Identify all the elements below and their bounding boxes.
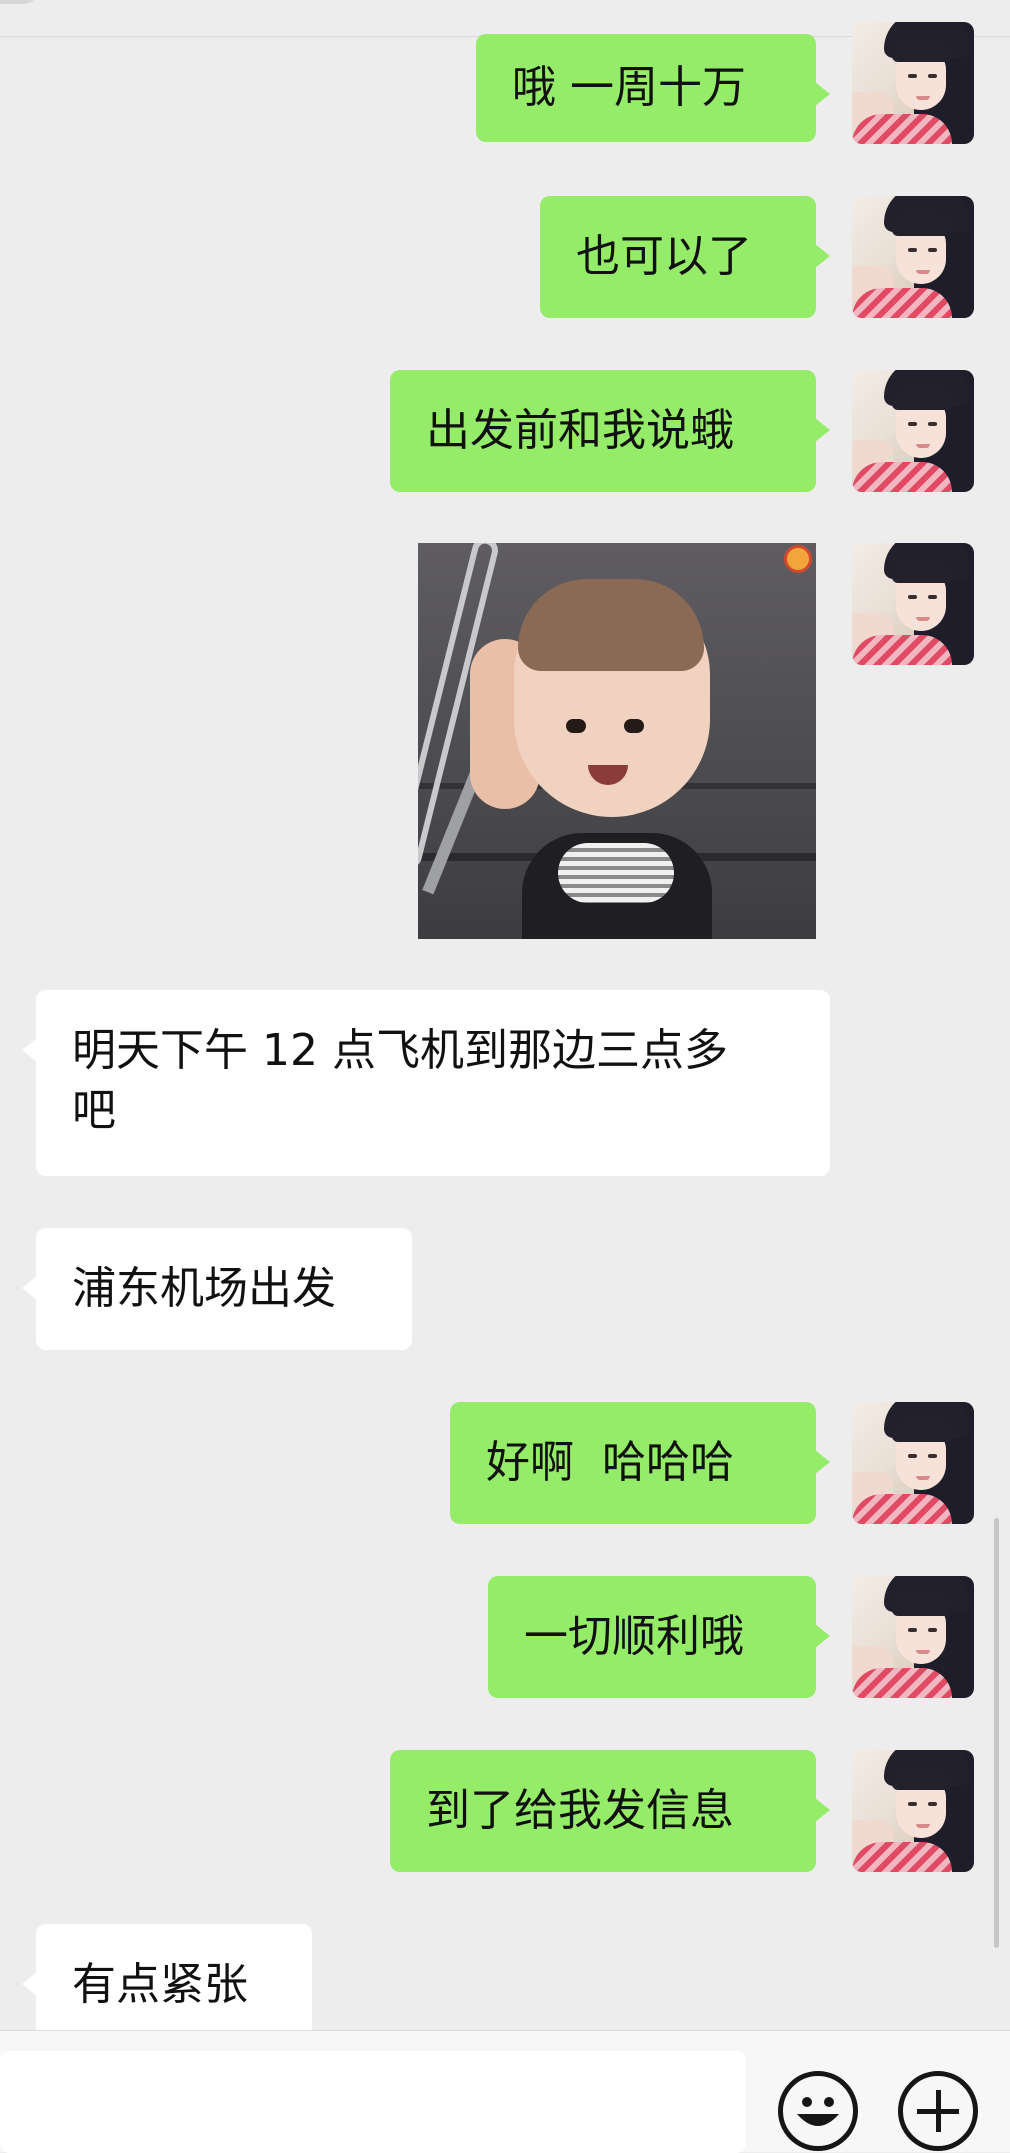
- chat-message-list[interactable]: 哦 一周十万 也可以了 出发前和我说蛾 明天下午 12 点飞机到那边三点多 吧 …: [0, 0, 1010, 2030]
- my-avatar[interactable]: [852, 22, 974, 144]
- message-bubble-received[interactable]: 明天下午 12 点飞机到那边三点多 吧: [22, 990, 830, 1176]
- my-avatar[interactable]: [852, 370, 974, 492]
- message-bubble-sent[interactable]: 哦 一周十万: [476, 34, 830, 142]
- smiley-face-icon[interactable]: [778, 2071, 858, 2151]
- hotdog-icon: [784, 545, 812, 573]
- message-bubble-received[interactable]: 浦东机场出发: [22, 1228, 412, 1350]
- message-bubble-received[interactable]: 有点紧张: [22, 1924, 312, 2030]
- message-bubble-sent[interactable]: 出发前和我说蛾: [390, 370, 830, 492]
- message-bubble-sent[interactable]: 到了给我发信息: [390, 1750, 830, 1872]
- message-input[interactable]: [0, 2051, 746, 2153]
- message-input-bar: [0, 2030, 1010, 2153]
- plus-icon[interactable]: [898, 2071, 978, 2151]
- message-bubble-sent[interactable]: 一切顺利哦: [488, 1576, 830, 1698]
- my-avatar[interactable]: [852, 1750, 974, 1872]
- previous-message-edge: [0, 0, 40, 4]
- my-avatar[interactable]: [852, 1576, 974, 1698]
- my-avatar[interactable]: [852, 1402, 974, 1524]
- baby-peeking-sticker[interactable]: [418, 543, 816, 939]
- message-bubble-sent[interactable]: 好啊 哈哈哈: [450, 1402, 830, 1524]
- scrollbar[interactable]: [994, 1518, 999, 1948]
- my-avatar[interactable]: [852, 196, 974, 318]
- message-bubble-sent[interactable]: 也可以了: [540, 196, 830, 318]
- my-avatar[interactable]: [852, 543, 974, 665]
